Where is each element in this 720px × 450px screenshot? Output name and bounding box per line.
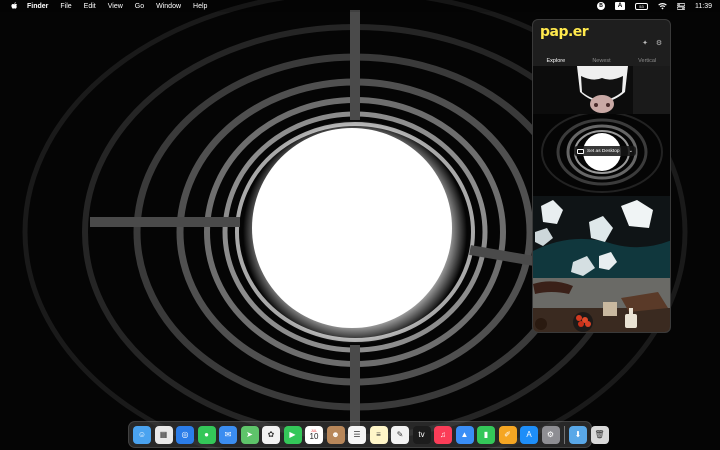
mail-icon[interactable]: ✉	[219, 425, 237, 444]
menu-app-name[interactable]: Finder	[27, 3, 48, 10]
menu-bar: Finder File Edit View Go Window Help B A…	[0, 0, 720, 12]
sparkle-icon[interactable]: ✦	[641, 39, 649, 47]
menu-edit[interactable]: Edit	[84, 3, 96, 10]
messages-icon[interactable]: ●	[197, 425, 216, 444]
extension-status-icon[interactable]: B	[597, 2, 605, 10]
menu-go[interactable]: Go	[135, 3, 144, 10]
paper-logo: pap.er	[540, 24, 589, 40]
calendar-icon[interactable]: JUL 10	[305, 425, 323, 444]
tv-icon[interactable]: tv	[412, 425, 431, 444]
reminders-icon[interactable]: ☰	[348, 425, 366, 444]
downloads-folder-icon[interactable]: ⬇	[569, 425, 587, 444]
control-center-icon[interactable]	[677, 2, 685, 10]
menu-window[interactable]: Window	[156, 3, 181, 10]
thumbnail-still-life[interactable]	[533, 278, 670, 332]
system-settings-icon[interactable]: ⚙	[541, 425, 560, 444]
wallpaper-thumbnail-list: Set as Desktop ⌄	[533, 66, 670, 332]
menu-help[interactable]: Help	[193, 3, 207, 10]
keynote-icon[interactable]: ▲	[455, 425, 474, 444]
monitor-icon	[577, 148, 584, 154]
menubar-clock[interactable]: 11:39	[695, 3, 712, 10]
music-icon[interactable]: ♫	[434, 425, 452, 444]
photos-icon[interactable]: ✿	[262, 425, 280, 444]
finder-icon[interactable]: ☺	[133, 425, 151, 444]
status-menu-area: B A 53 11:39	[587, 0, 712, 12]
pages-icon[interactable]: ✐	[498, 425, 517, 444]
popover-header: pap.er ✦ ⚙	[533, 20, 670, 48]
numbers-icon[interactable]: ▮	[477, 425, 495, 444]
safari-icon[interactable]: ◎	[176, 425, 194, 444]
menu-file[interactable]: File	[60, 3, 71, 10]
notes-icon[interactable]: ≡	[369, 425, 388, 444]
paper-popover: pap.er ✦ ⚙ Explore Newest Vertical Set a…	[532, 19, 671, 333]
battery-icon[interactable]: 53	[635, 2, 648, 10]
chevron-down-icon: ⌄	[628, 148, 633, 154]
set-as-desktop-label: Set as Desktop	[587, 148, 620, 154]
facetime-icon[interactable]: ▶	[283, 425, 302, 444]
input-source-icon[interactable]: A	[615, 2, 625, 10]
apple-menu-icon[interactable]	[10, 1, 18, 11]
gear-icon[interactable]: ⚙	[655, 39, 663, 47]
set-as-desktop-button[interactable]: Set as Desktop ⌄	[574, 146, 636, 156]
dock: ☺ ▦ ◎ ● ✉ ➤ ✿ ▶ JUL 10 ☻ ☰ ≡ ✎ tv ♫ ▲ ▮ ✐ A ⚙ ⬇ 🗑	[128, 421, 609, 448]
app-store-icon[interactable]: A	[520, 425, 538, 444]
freeform-icon[interactable]: ✎	[391, 425, 409, 444]
trash-icon[interactable]: 🗑	[590, 425, 609, 444]
thumbnail-paper-balls[interactable]	[533, 196, 670, 278]
menu-view[interactable]: View	[108, 3, 123, 10]
calendar-day: 10	[309, 431, 319, 441]
thumbnail-cow[interactable]	[533, 66, 670, 114]
maps-icon[interactable]: ➤	[240, 425, 259, 444]
wifi-icon[interactable]	[658, 2, 667, 10]
launchpad-icon[interactable]: ▦	[154, 425, 173, 444]
contacts-icon[interactable]: ☻	[326, 425, 345, 444]
dock-separator	[564, 425, 565, 444]
thumbnail-spiral[interactable]: Set as Desktop ⌄	[533, 114, 670, 196]
